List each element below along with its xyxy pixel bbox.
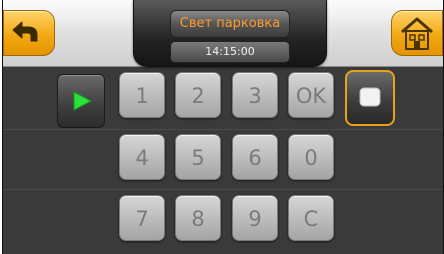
key-1[interactable]: 1 bbox=[119, 72, 165, 118]
row-divider bbox=[3, 129, 443, 130]
key-9[interactable]: 9 bbox=[232, 195, 278, 241]
key-7[interactable]: 7 bbox=[119, 195, 165, 241]
key-4[interactable]: 4 bbox=[119, 134, 165, 180]
page-title: Свет парковка bbox=[170, 10, 290, 38]
play-icon bbox=[73, 91, 93, 111]
key-0[interactable]: 0 bbox=[288, 134, 334, 180]
key-3[interactable]: 3 bbox=[232, 72, 278, 118]
back-button[interactable] bbox=[3, 10, 55, 56]
key-5[interactable]: 5 bbox=[175, 134, 221, 180]
back-arrow-icon bbox=[12, 21, 38, 42]
title-panel: Свет парковка 14:15:00 bbox=[133, 0, 327, 67]
row-divider bbox=[3, 189, 443, 190]
stop-icon bbox=[359, 87, 381, 107]
home-button[interactable] bbox=[391, 10, 443, 56]
play-button[interactable] bbox=[57, 74, 105, 128]
time-display: 14:15:00 bbox=[170, 41, 290, 63]
home-icon bbox=[401, 17, 433, 50]
key-6[interactable]: 6 bbox=[232, 134, 278, 180]
key-2[interactable]: 2 bbox=[175, 72, 221, 118]
stop-button[interactable] bbox=[345, 70, 395, 126]
key-8[interactable]: 8 bbox=[175, 195, 221, 241]
key-ok[interactable]: OK bbox=[288, 72, 334, 118]
key-clear[interactable]: C bbox=[288, 195, 334, 241]
app-window: Свет парковка 14:15:00 1 2 3 OK 4 5 6 0 … bbox=[2, 0, 444, 254]
